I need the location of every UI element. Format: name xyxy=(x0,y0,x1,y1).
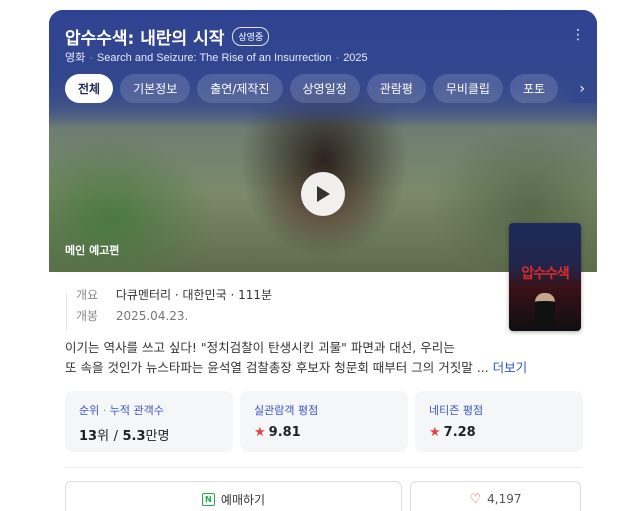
play-button[interactable] xyxy=(301,172,345,216)
separator: · xyxy=(89,52,93,64)
tab-bar: 전체 기본정보 출연/제작진 상영일정 관람평 무비클립 포토 xyxy=(65,74,559,103)
tab-cast-crew[interactable]: 출연/제작진 xyxy=(197,74,283,103)
hero-header: 압수수색: 내란의 시작 상영중 ⋮ 영화 · Search and Seizure… xyxy=(49,10,597,128)
tab-all[interactable]: 전체 xyxy=(65,74,114,103)
release-row: 개봉 2025.04.23. xyxy=(76,307,188,324)
audience-label: 누적 관객수 xyxy=(109,404,164,417)
more-options-icon[interactable]: ⋮ xyxy=(571,28,585,42)
info-divider xyxy=(66,294,67,330)
audience-rating-stat[interactable]: 실관람객 평점 ★ 9.81 xyxy=(240,391,408,452)
heart-icon: ♡ xyxy=(469,491,482,507)
overview-row: 개요 다큐멘터리 · 대한민국 · 111분 xyxy=(76,286,272,303)
poster-title: 압수수색 xyxy=(521,266,570,282)
overview-label: 개요 xyxy=(76,288,99,302)
like-count: 4,197 xyxy=(487,492,522,506)
english-title: Search and Seizure: The Rise of an Insur… xyxy=(96,52,332,64)
read-more-link[interactable]: 더보기 xyxy=(493,360,528,375)
audience-value: 5.3 xyxy=(122,429,146,444)
release-date: 2025.04.23. xyxy=(115,309,189,323)
audience-rating-label: 실관람객 평점 xyxy=(254,404,319,417)
rank-label: 순위 xyxy=(79,404,100,417)
like-button[interactable]: ♡ 4,197 xyxy=(410,481,581,511)
tab-photos[interactable]: 포토 xyxy=(509,74,559,103)
play-icon xyxy=(317,186,330,202)
stats-row: 순위 · 누적 관객수 13위 / 5.3만명 실관람객 평점 ★ 9.81 네티… xyxy=(65,391,583,452)
rank-unit: 위 xyxy=(97,429,110,444)
audience-unit: 만명 xyxy=(145,429,170,444)
movie-card: 압수수색: 내란의 시작 상영중 ⋮ 영화 · Search and Seizure… xyxy=(49,10,597,511)
rank-stat-label: 순위 · 누적 관객수 xyxy=(79,402,219,418)
rank-stat-value: 13위 / 5.3만명 xyxy=(79,425,219,444)
buy-ticket-label: 예매하기 xyxy=(220,492,266,507)
release-label: 개봉 xyxy=(76,309,99,323)
rank-stat[interactable]: 순위 · 누적 관객수 13위 / 5.3만명 xyxy=(65,391,233,452)
synopsis-line-text: 또 속을 것인가 뉴스타파는 윤석열 검찰총장 후보자 청문회 때부터 그의 거… xyxy=(65,360,489,375)
buy-ticket-button[interactable]: N 예매하기 xyxy=(65,481,402,511)
poster-figure xyxy=(535,293,555,327)
release-year: 2025 xyxy=(343,52,368,64)
movie-meta: 영화 · Search and Seizure: The Rise of an In… xyxy=(65,49,368,65)
netizen-rating-value-row: ★ 7.28 xyxy=(429,425,569,440)
chevron-right-icon: › xyxy=(579,80,585,97)
tab-schedule[interactable]: 상영일정 xyxy=(289,74,360,103)
tab-movie-clips[interactable]: 무비클립 xyxy=(432,74,503,103)
synopsis-line-2: 또 속을 것인가 뉴스타파는 윤석열 검찰총장 후보자 청문회 때부터 그의 거… xyxy=(65,358,577,378)
status-badge: 상영중 xyxy=(232,27,270,46)
tab-reviews[interactable]: 관람평 xyxy=(366,74,426,103)
separator: · xyxy=(335,52,340,64)
netizen-rating-value: 7.28 xyxy=(443,425,476,440)
star-icon: ★ xyxy=(429,425,441,440)
genre-text: 영화 xyxy=(65,52,86,64)
synopsis-line: 이기는 역사를 쓰고 싶다! "정치검찰이 탄생시킨 괴물" 파면과 대선, 우… xyxy=(65,340,455,355)
slash: / xyxy=(113,429,118,444)
audience-rating-value: 9.81 xyxy=(268,425,301,440)
tab-basic-info[interactable]: 기본정보 xyxy=(120,74,191,103)
title-row: 압수수색: 내란의 시작 상영중 xyxy=(65,24,270,49)
movie-poster[interactable]: 압수수색 xyxy=(509,223,581,331)
tabs-next-button[interactable]: › xyxy=(557,74,597,103)
netizen-rating-stat[interactable]: 네티즌 평점 ★ 7.28 xyxy=(415,391,583,452)
movie-title[interactable]: 압수수색: 내란의 시작 xyxy=(65,24,224,49)
label-separator: · xyxy=(102,404,107,417)
trailer-label: 메인 예고편 xyxy=(65,244,120,257)
synopsis: 이기는 역사를 쓰고 싶다! "정치검찰이 탄생시킨 괴물" 파면과 대선, 우… xyxy=(65,338,577,378)
naver-pay-icon: N xyxy=(201,492,215,506)
overview-value: 다큐멘터리 · 대한민국 · 111분 xyxy=(115,288,273,302)
audience-rating-value-row: ★ 9.81 xyxy=(254,425,394,440)
netizen-rating-label: 네티즌 평점 xyxy=(429,404,484,417)
rank-value: 13 xyxy=(79,429,98,444)
star-icon: ★ xyxy=(254,425,266,440)
section-divider xyxy=(65,467,581,468)
